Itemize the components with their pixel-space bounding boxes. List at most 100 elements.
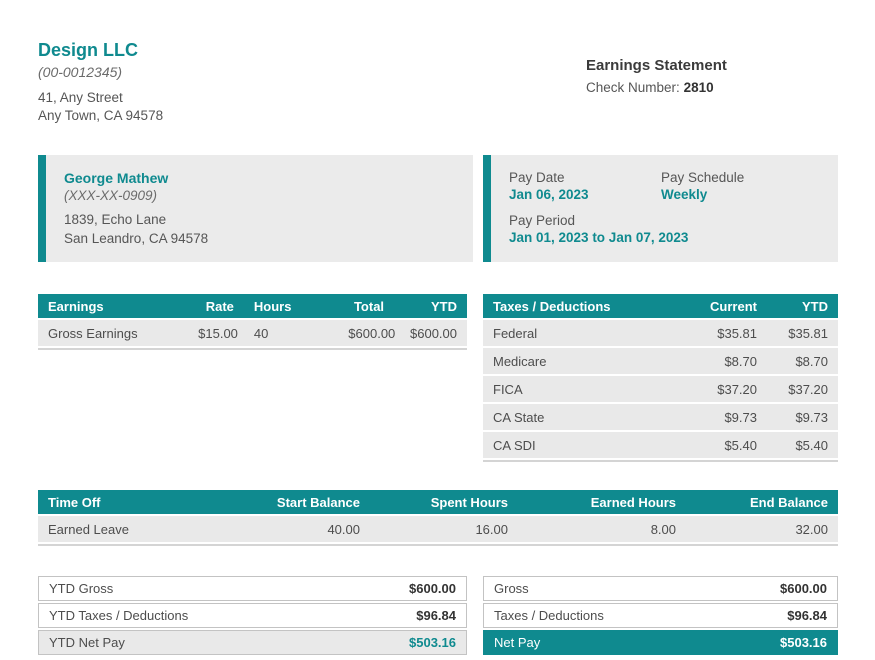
pay-date-label: Pay Date [509, 170, 661, 185]
table-cell: YTD Net Pay [38, 630, 338, 655]
employee-address-line1: 1839, Echo Lane [64, 211, 455, 229]
pay-date-value: Jan 06, 2023 [509, 187, 661, 202]
table-cell: $37.20 [767, 376, 838, 402]
statement-title: Earnings Statement [586, 57, 838, 74]
table-cell: $600.00 [338, 320, 394, 346]
employee-address: 1839, Echo Lane San Leandro, CA 94578 [64, 211, 455, 247]
pay-period-label: Pay Period [509, 213, 820, 228]
table-cell: YTD Taxes / Deductions [38, 603, 338, 628]
column-header: Earnings [38, 294, 188, 318]
table-cell: $600.00 [714, 576, 838, 601]
table-header-row: Time OffStart BalanceSpent HoursEarned H… [38, 490, 838, 514]
table-cell: $15.00 [188, 320, 244, 346]
table-cell: CA State [483, 404, 643, 430]
pay-schedule-value: Weekly [661, 187, 744, 202]
table-cell: $35.81 [767, 320, 838, 346]
table-cell: 16.00 [370, 516, 518, 542]
table-cell: Net Pay [483, 630, 714, 655]
column-header: Total [338, 294, 394, 318]
summary-row: YTD Gross$600.00YTD Taxes / Deductions$9… [38, 574, 838, 657]
table-row: Taxes / Deductions$96.84 [483, 603, 838, 628]
company-ein: (00-0012345) [38, 64, 586, 80]
table-cell: 40.00 [198, 516, 370, 542]
table-row: Gross Earnings$15.0040$600.00$600.00 [38, 320, 467, 346]
column-header: Start Balance [198, 490, 370, 514]
timeoff-table: Time OffStart BalanceSpent HoursEarned H… [38, 488, 838, 546]
table-cell: $503.16 [714, 630, 838, 655]
table-row: Medicare$8.70$8.70 [483, 348, 838, 374]
earnings-table: EarningsRateHoursTotalYTDGross Earnings$… [38, 292, 467, 350]
earnings-statement-page: Design LLC (00-0012345) 41, Any Street A… [0, 0, 875, 657]
pay-info-box: Pay Date Jan 06, 2023 Pay Schedule Weekl… [483, 155, 838, 262]
table-cell: $35.81 [643, 320, 767, 346]
employee-box: George Mathew (XXX-XX-0909) 1839, Echo L… [38, 155, 473, 262]
company-block: Design LLC (00-0012345) 41, Any Street A… [38, 40, 586, 125]
table-cell: $503.16 [338, 630, 467, 655]
column-header: Time Off [38, 490, 198, 514]
pay-schedule-group: Pay Schedule Weekly [661, 170, 744, 202]
column-header: Current [643, 294, 767, 318]
table-cell: $96.84 [714, 603, 838, 628]
taxes-deductions-table: Taxes / DeductionsCurrentYTDFederal$35.8… [483, 292, 838, 462]
table-cell: Medicare [483, 348, 643, 374]
column-header: End Balance [686, 490, 838, 514]
table-cell: FICA [483, 376, 643, 402]
table-cell: YTD Gross [38, 576, 338, 601]
table-cell: Federal [483, 320, 643, 346]
table-cell: 32.00 [686, 516, 838, 542]
company-name: Design LLC [38, 40, 586, 61]
column-header: Rate [188, 294, 244, 318]
pay-period-group: Pay Period Jan 01, 2023 to Jan 07, 2023 [509, 213, 820, 245]
pay-info-top-row: Pay Date Jan 06, 2023 Pay Schedule Weekl… [509, 170, 820, 202]
table-cell: $8.70 [643, 348, 767, 374]
table-cell: $600.00 [394, 320, 467, 346]
table-row: CA SDI$5.40$5.40 [483, 432, 838, 458]
table-row: YTD Gross$600.00 [38, 576, 467, 601]
check-number-value: 2810 [684, 80, 714, 95]
header: Design LLC (00-0012345) 41, Any Street A… [38, 40, 838, 125]
pay-date-group: Pay Date Jan 06, 2023 [509, 170, 661, 202]
table-cell: $96.84 [338, 603, 467, 628]
table-cell: Gross Earnings [38, 320, 188, 346]
employee-ssn: (XXX-XX-0909) [64, 188, 455, 203]
column-header: YTD [394, 294, 467, 318]
table-row: YTD Net Pay$503.16 [38, 630, 467, 655]
table-header-row: Taxes / DeductionsCurrentYTD [483, 294, 838, 318]
pay-schedule-label: Pay Schedule [661, 170, 744, 185]
check-number-label: Check Number: [586, 80, 680, 95]
company-address: 41, Any Street Any Town, CA 94578 [38, 89, 586, 125]
table-cell: $5.40 [643, 432, 767, 458]
table-cell: $8.70 [767, 348, 838, 374]
table-cell: $5.40 [767, 432, 838, 458]
timeoff-row: Time OffStart BalanceSpent HoursEarned H… [38, 488, 838, 546]
column-header: YTD [767, 294, 838, 318]
table-cell: Earned Leave [38, 516, 198, 542]
employee-name: George Mathew [64, 170, 455, 186]
company-address-line1: 41, Any Street [38, 89, 586, 107]
earnings-taxes-row: EarningsRateHoursTotalYTDGross Earnings$… [38, 292, 838, 462]
table-cell: $9.73 [643, 404, 767, 430]
statement-block: Earnings Statement Check Number: 2810 [586, 40, 838, 125]
table-row: CA State$9.73$9.73 [483, 404, 838, 430]
table-cell: Gross [483, 576, 714, 601]
column-header: Spent Hours [370, 490, 518, 514]
current-summary-table: Gross$600.00Taxes / Deductions$96.84Net … [483, 574, 838, 657]
table-cell: Taxes / Deductions [483, 603, 714, 628]
table-row: Gross$600.00 [483, 576, 838, 601]
ytd-summary-table: YTD Gross$600.00YTD Taxes / Deductions$9… [38, 574, 467, 657]
company-address-line2: Any Town, CA 94578 [38, 107, 586, 125]
table-row: Net Pay$503.16 [483, 630, 838, 655]
column-header: Taxes / Deductions [483, 294, 643, 318]
table-cell: 40 [244, 320, 338, 346]
table-cell: 8.00 [518, 516, 686, 542]
table-cell: $600.00 [338, 576, 467, 601]
column-header: Earned Hours [518, 490, 686, 514]
column-header: Hours [244, 294, 338, 318]
table-cell: $9.73 [767, 404, 838, 430]
table-row: Earned Leave40.0016.008.0032.00 [38, 516, 838, 542]
table-header-row: EarningsRateHoursTotalYTD [38, 294, 467, 318]
table-row: YTD Taxes / Deductions$96.84 [38, 603, 467, 628]
pay-period-value: Jan 01, 2023 to Jan 07, 2023 [509, 230, 820, 245]
employee-address-line2: San Leandro, CA 94578 [64, 230, 455, 248]
table-cell: $37.20 [643, 376, 767, 402]
